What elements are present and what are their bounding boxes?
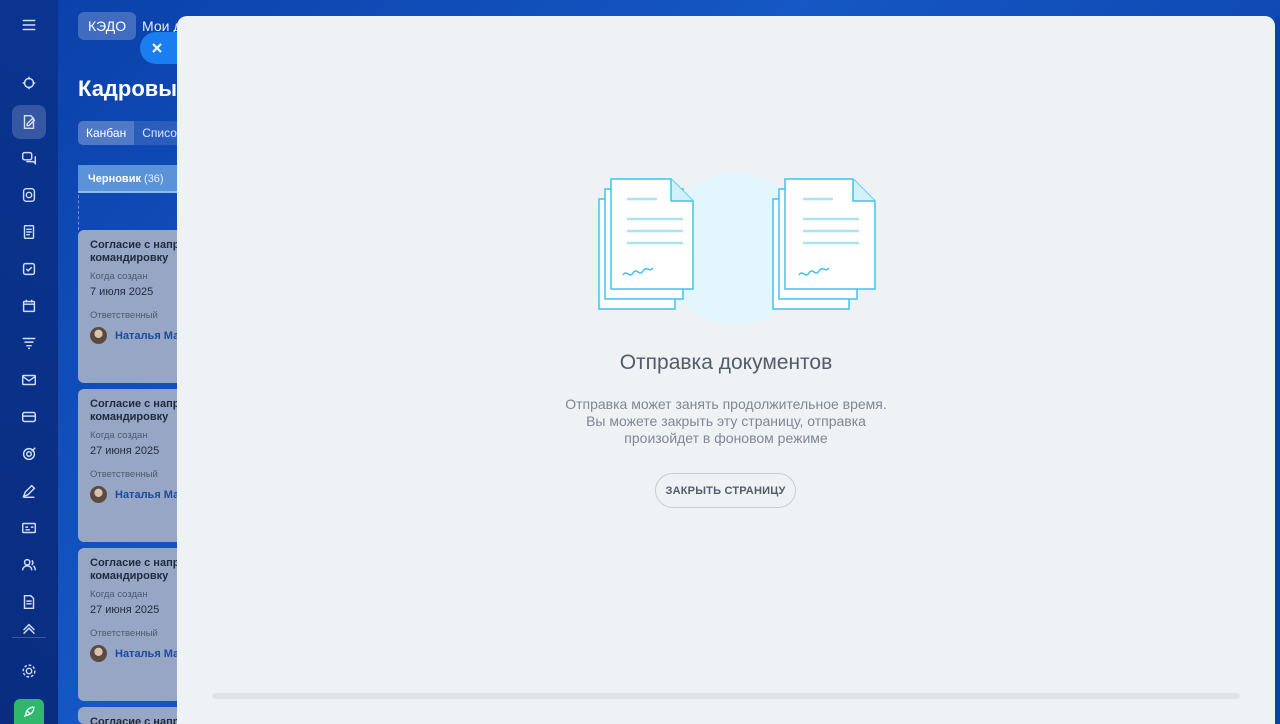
notes-icon[interactable] [12, 215, 46, 249]
rail-divider [12, 637, 46, 638]
menu-icon[interactable] [12, 8, 46, 42]
sending-documents-illustration [598, 173, 876, 325]
chat-icon[interactable] [12, 141, 46, 175]
camera-icon[interactable] [12, 178, 46, 212]
sending-title: Отправка документов [619, 351, 833, 374]
avatar [90, 645, 107, 662]
responsible-name[interactable]: Наталья Ма [115, 330, 179, 342]
tab-kanban[interactable]: Канбан [78, 121, 135, 145]
target-icon[interactable] [12, 437, 46, 471]
left-navigation-rail [0, 0, 58, 724]
breadcrumb-kedo[interactable]: КЭДО [78, 12, 137, 40]
view-switcher: Канбан Списо [78, 121, 185, 145]
users-icon[interactable] [12, 548, 46, 582]
funnel-icon[interactable] [12, 326, 46, 360]
calendar-icon[interactable] [12, 289, 46, 323]
rocket-icon[interactable] [14, 699, 44, 724]
stage-divider [78, 195, 80, 230]
slider-panel: Отправка документов Отправка может занят… [177, 16, 1275, 724]
document-icon[interactable] [12, 585, 46, 619]
sign-document-icon[interactable] [12, 105, 46, 139]
page-scrollbar[interactable] [1275, 16, 1280, 724]
stage-count: (36) [144, 173, 164, 185]
close-icon [152, 43, 162, 53]
card-icon[interactable] [12, 400, 46, 434]
sending-description: Отправка может занять продолжительное вр… [565, 396, 887, 446]
stage-name: Черновик [88, 173, 141, 185]
progress-bar [212, 693, 1240, 699]
tasks-icon[interactable] [12, 252, 46, 286]
pen-icon[interactable] [12, 474, 46, 508]
close-page-button[interactable]: ЗАКРЫТЬ СТРАНИЦУ [655, 473, 796, 508]
more-icon[interactable] [12, 622, 46, 638]
copilot-icon[interactable] [12, 66, 46, 100]
avatar [90, 486, 107, 503]
responsible-name[interactable]: Наталья Ма [115, 648, 179, 660]
page-title: Кадровые [78, 76, 190, 101]
responsible-name[interactable]: Наталья Ма [115, 489, 179, 501]
avatar [90, 327, 107, 344]
mail-icon[interactable] [12, 363, 46, 397]
close-slider-button[interactable] [140, 32, 180, 64]
id-card-icon[interactable] [12, 511, 46, 545]
settings-icon[interactable] [12, 654, 46, 688]
